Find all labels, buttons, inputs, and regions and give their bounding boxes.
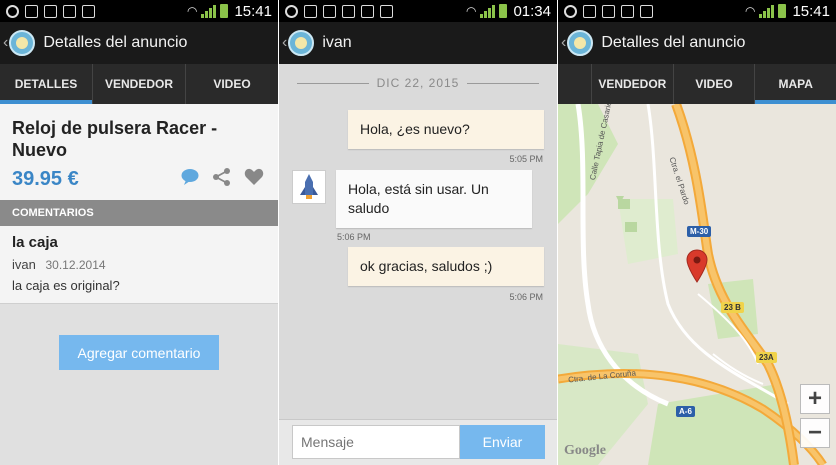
chat-contact-name: ivan bbox=[322, 34, 352, 51]
comment-meta: ivan 30.12.2014 bbox=[12, 257, 266, 272]
screen-title: Detalles del anuncio bbox=[43, 34, 188, 51]
back-chevron-icon[interactable]: ‹ bbox=[3, 34, 8, 52]
map-view[interactable]: Calle Tapia de Casariego Ctra. el Pardo … bbox=[558, 104, 836, 465]
price-row: 39.95 € bbox=[12, 167, 266, 192]
image-icon bbox=[361, 4, 374, 18]
comment-text: la caja es original? bbox=[12, 278, 120, 293]
signal-icon bbox=[759, 4, 775, 18]
message-compose-bar: Enviar bbox=[279, 419, 557, 465]
message-time: 5:06 PM bbox=[337, 232, 371, 242]
action-bar: ‹ Detalles del anuncio bbox=[0, 22, 278, 64]
wifi-icon: ◠ bbox=[744, 4, 756, 18]
file-icon bbox=[44, 4, 57, 18]
wifi-icon: ◠ bbox=[465, 4, 477, 18]
map-route-shield: A-6 bbox=[676, 406, 695, 417]
chat-message-outgoing: ok gracias, saludos ;) bbox=[348, 247, 544, 286]
send-button[interactable]: Enviar bbox=[460, 425, 545, 459]
camera-icon bbox=[380, 4, 393, 18]
comments-header: COMENTARIOS bbox=[0, 200, 278, 226]
comment-item: la caja ivan 30.12.2014 la caja es origi… bbox=[0, 226, 278, 304]
message-input[interactable] bbox=[292, 425, 460, 459]
panel-ad-details: ◠ 15:41 ‹ Detalles del anuncio DETALLES … bbox=[0, 0, 278, 465]
mail-icon bbox=[63, 4, 76, 18]
tab-detalles[interactable]: DETALLES bbox=[0, 64, 93, 104]
product-title: Reloj de pulsera Racer - Nuevo bbox=[12, 118, 218, 160]
map-route-shield: M-30 bbox=[687, 226, 712, 237]
transfer-icon bbox=[304, 4, 317, 18]
image-icon bbox=[82, 4, 95, 18]
signal-icon bbox=[480, 4, 496, 18]
action-bar: ‹ ivan bbox=[279, 22, 557, 64]
zoom-in-button[interactable]: + bbox=[800, 384, 830, 414]
action-bar: ‹ Detalles del anuncio bbox=[558, 22, 836, 64]
tab-vendedor[interactable]: VENDEDOR bbox=[93, 64, 186, 104]
signal-icon bbox=[201, 4, 217, 18]
file-icon bbox=[602, 4, 615, 18]
tab-mapa[interactable]: MAPA bbox=[755, 64, 836, 104]
battery-icon bbox=[778, 4, 787, 18]
comment-author: ivan bbox=[12, 257, 36, 272]
clock: 01:34 bbox=[513, 2, 551, 20]
tab-video[interactable]: VIDEO bbox=[186, 64, 278, 104]
sync-icon bbox=[6, 4, 19, 18]
back-chevron-icon[interactable]: ‹ bbox=[561, 34, 566, 52]
map-exit-label: 23A bbox=[756, 352, 777, 363]
status-bar: ◠ 15:41 bbox=[558, 0, 836, 22]
mail-icon bbox=[640, 4, 653, 18]
tab-previous-edge[interactable] bbox=[558, 64, 592, 104]
add-comment-button[interactable]: Agregar comentario bbox=[59, 335, 219, 370]
zoom-out-button[interactable]: − bbox=[800, 418, 830, 448]
app-logo-icon[interactable] bbox=[9, 30, 36, 56]
comment-icon[interactable] bbox=[180, 167, 200, 192]
image-icon bbox=[621, 4, 634, 18]
comment-title: la caja bbox=[12, 234, 58, 251]
date-separator: DIC 22, 2015 bbox=[279, 76, 557, 90]
tab-vendedor[interactable]: VENDEDOR bbox=[592, 64, 674, 104]
chat-message-outgoing: Hola, ¿es nuevo? bbox=[348, 110, 544, 149]
tab-bar: VENDEDOR VIDEO MAPA bbox=[558, 64, 836, 104]
transfer-icon bbox=[583, 4, 596, 18]
battery-icon bbox=[499, 4, 508, 18]
file-icon bbox=[323, 4, 336, 18]
tab-video[interactable]: VIDEO bbox=[674, 64, 756, 104]
clock: 15:41 bbox=[234, 2, 272, 20]
share-icon[interactable] bbox=[212, 167, 232, 192]
app-logo-icon[interactable] bbox=[288, 30, 315, 56]
comment-date: 30.12.2014 bbox=[45, 258, 106, 272]
product-header: Reloj de pulsera Racer - Nuevo 39.95 € bbox=[0, 104, 278, 200]
contact-avatar bbox=[292, 170, 326, 204]
panel-chat: ◠ 01:34 ‹ ivan DIC 22, 2015 Hola, ¿es nu… bbox=[279, 0, 557, 465]
status-bar: ◠ 15:41 bbox=[0, 0, 278, 22]
message-time: 5:06 PM bbox=[509, 292, 543, 302]
sync-icon bbox=[564, 4, 577, 18]
clock: 15:41 bbox=[792, 2, 830, 20]
mail-icon bbox=[342, 4, 355, 18]
tab-bar: DETALLES VENDEDOR VIDEO bbox=[0, 64, 278, 104]
screen-title: Detalles del anuncio bbox=[601, 34, 746, 51]
transfer-icon bbox=[25, 4, 38, 18]
message-time: 5:05 PM bbox=[509, 154, 543, 164]
battery-icon bbox=[220, 4, 229, 18]
panel-map: ◠ 15:41 ‹ Detalles del anuncio VENDEDOR … bbox=[558, 0, 836, 465]
map-pin-icon[interactable] bbox=[686, 249, 708, 288]
wifi-icon: ◠ bbox=[186, 4, 198, 18]
favorite-heart-icon[interactable] bbox=[244, 168, 264, 191]
app-logo-icon[interactable] bbox=[567, 30, 594, 56]
rocket-icon bbox=[300, 174, 318, 199]
map-attribution-logo: Google bbox=[564, 443, 606, 458]
product-price: 39.95 € bbox=[12, 168, 79, 190]
sync-icon bbox=[285, 4, 298, 18]
status-bar: ◠ 01:34 bbox=[279, 0, 557, 22]
back-chevron-icon[interactable]: ‹ bbox=[282, 34, 287, 52]
map-exit-label: 23 B bbox=[721, 302, 744, 313]
chat-message-incoming: Hola, está sin usar. Un saludo bbox=[336, 170, 532, 228]
